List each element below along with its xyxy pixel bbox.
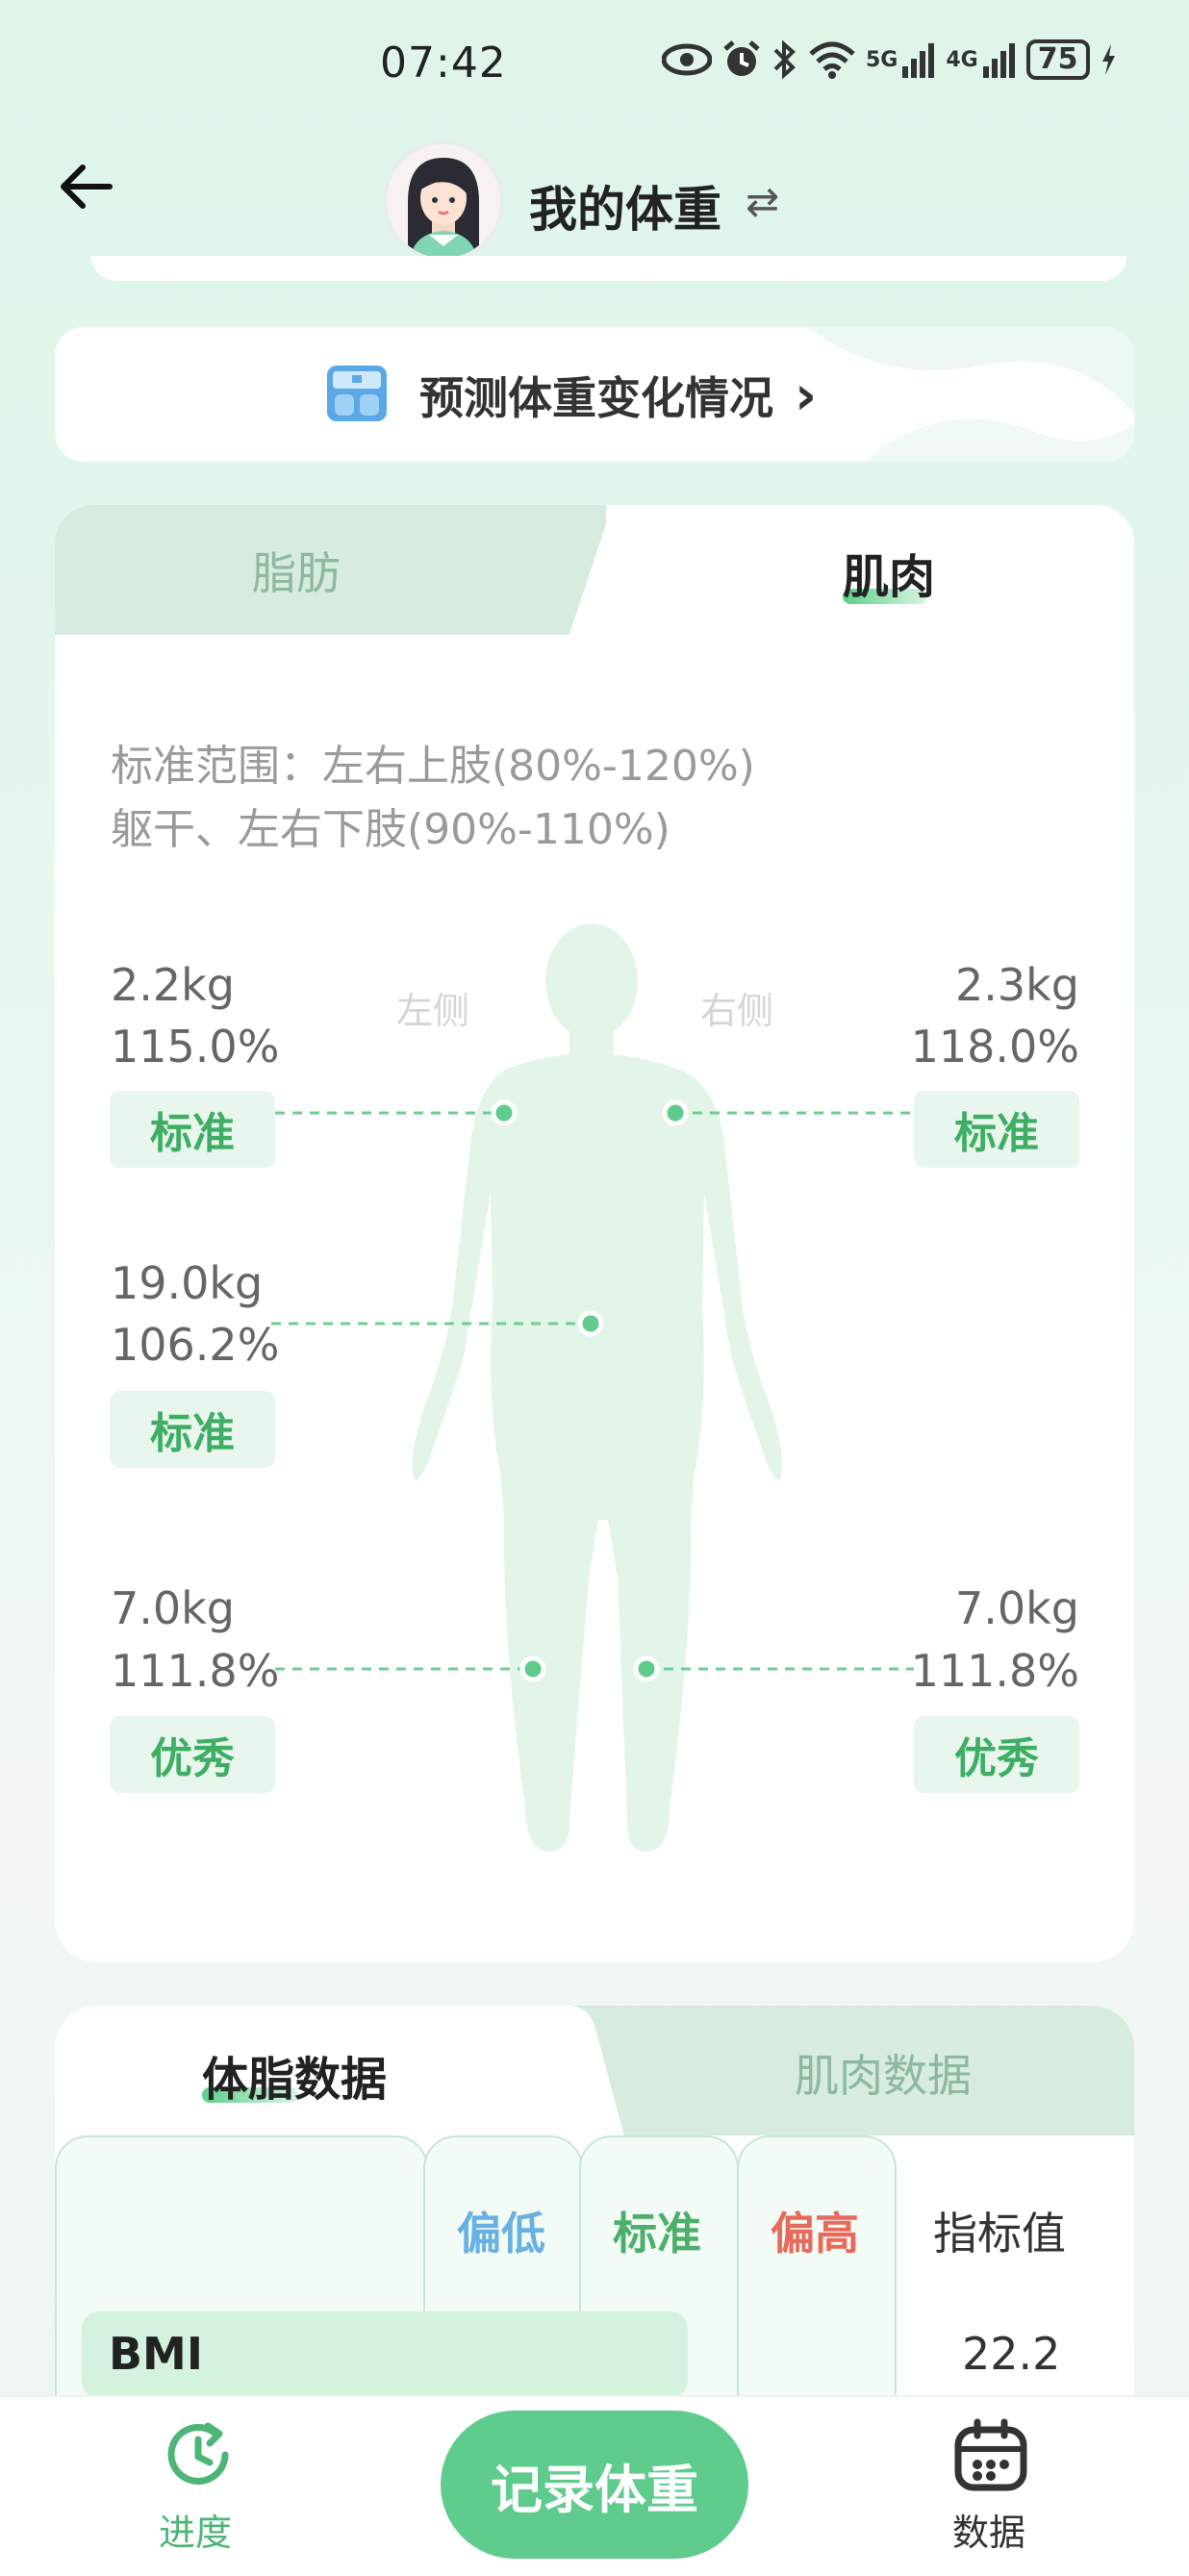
back-arrow-icon[interactable] bbox=[60, 164, 114, 210]
status-icons: 5G 4G 75 bbox=[662, 38, 1117, 81]
standard-range-line2: 躯干、左右下肢(90%-110%) bbox=[111, 805, 670, 854]
trunk-pct: 106.2% bbox=[111, 1319, 280, 1371]
data-calendar-icon[interactable] bbox=[952, 2416, 1029, 2493]
tab-muscle[interactable]: 肌肉 bbox=[843, 539, 935, 606]
header-low: 偏低 bbox=[457, 2208, 545, 2260]
predict-text: 预测体重变化情况 bbox=[419, 372, 773, 424]
right-leg-kg: 7.0kg bbox=[955, 1582, 1079, 1634]
avatar-illustration bbox=[387, 144, 500, 258]
progress-clock-icon[interactable] bbox=[160, 2416, 237, 2493]
tab-fat[interactable]: 脂肪 bbox=[252, 539, 341, 602]
nav-progress-label[interactable]: 进度 bbox=[159, 2503, 232, 2556]
right-leg-status: 优秀 bbox=[914, 1716, 1079, 1793]
page-title: 我的体重 bbox=[529, 182, 721, 238]
body-figure bbox=[412, 923, 783, 1852]
nav-data-label[interactable]: 数据 bbox=[952, 2503, 1025, 2556]
left-arm-status: 标准 bbox=[110, 1091, 275, 1168]
status-time: 07:42 bbox=[380, 38, 507, 88]
network-4g: 4G bbox=[946, 47, 978, 72]
right-arm-kg: 2.3kg bbox=[955, 959, 1079, 1011]
trunk-kg: 19.0kg bbox=[111, 1257, 264, 1309]
left-arm-kg: 2.2kg bbox=[111, 959, 235, 1011]
standard-range-line1: 标准范围：左右上肢(80%-120%) bbox=[111, 742, 755, 791]
charging-icon bbox=[1101, 44, 1115, 75]
signal-icon-2 bbox=[982, 43, 1015, 78]
predict-label: 预测体重变化情况 › bbox=[419, 364, 817, 427]
wifi-icon bbox=[809, 41, 855, 79]
trunk-status: 标准 bbox=[110, 1391, 275, 1468]
right-side-label: 右侧 bbox=[700, 990, 774, 1032]
chevron-right-icon: › bbox=[795, 365, 818, 427]
right-arm-pct: 118.0% bbox=[910, 1021, 1079, 1073]
scale-icon bbox=[327, 366, 387, 421]
alarm-icon bbox=[723, 40, 760, 76]
header-standard: 标准 bbox=[613, 2208, 701, 2260]
left-leg-pct: 111.8% bbox=[111, 1645, 280, 1697]
swap-icon[interactable]: ⇄ bbox=[746, 178, 779, 225]
tab-slant-decoration bbox=[568, 505, 683, 640]
bmi-value: 22.2 bbox=[962, 2328, 1061, 2380]
record-weight-button[interactable]: 记录体重 bbox=[441, 2411, 748, 2559]
eye-icon bbox=[662, 43, 712, 76]
left-side-label: 左侧 bbox=[396, 990, 470, 1032]
network-5g: 5G bbox=[866, 47, 898, 72]
data-tab-fat[interactable]: 体脂数据 bbox=[202, 2041, 387, 2109]
left-leg-kg: 7.0kg bbox=[111, 1582, 235, 1634]
header-value: 指标值 bbox=[933, 2208, 1066, 2260]
header-high: 偏高 bbox=[771, 2208, 859, 2260]
left-leg-status: 优秀 bbox=[110, 1716, 275, 1793]
avatar[interactable] bbox=[387, 144, 500, 258]
right-leg-pct: 111.8% bbox=[910, 1645, 1079, 1697]
bluetooth-icon bbox=[773, 39, 796, 80]
data-tab-muscle[interactable]: 肌肉数据 bbox=[795, 2041, 972, 2105]
table-col-high bbox=[737, 2135, 897, 2428]
right-arm-status: 标准 bbox=[914, 1091, 1079, 1168]
signal-icon bbox=[902, 43, 935, 78]
bmi-label: BMI bbox=[109, 2328, 203, 2380]
top-card-edge bbox=[91, 256, 1126, 281]
battery-level: 75 bbox=[1025, 39, 1090, 80]
left-arm-pct: 115.0% bbox=[111, 1021, 280, 1073]
